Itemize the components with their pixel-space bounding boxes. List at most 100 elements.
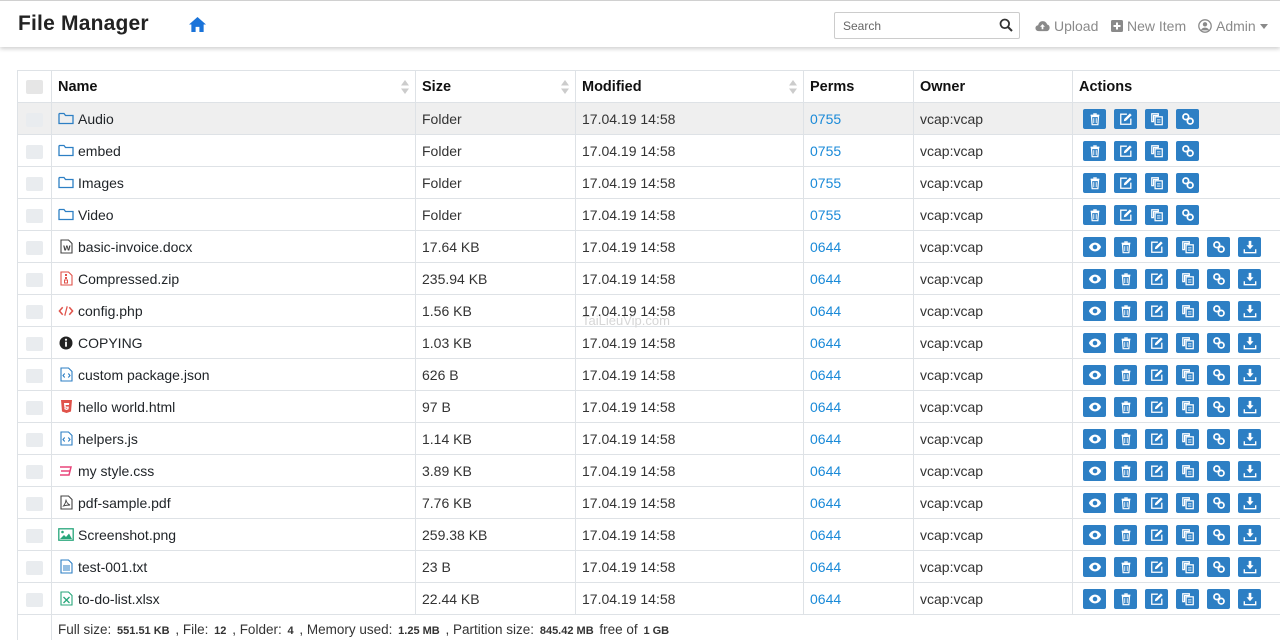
copy-button[interactable] (1145, 108, 1168, 129)
link-button[interactable] (1176, 204, 1199, 225)
row-checkbox[interactable] (26, 240, 43, 255)
row-checkbox[interactable] (26, 464, 43, 479)
perms-link[interactable]: 0755 (810, 143, 841, 159)
copy-button[interactable] (1145, 204, 1168, 225)
link-button[interactable] (1176, 140, 1199, 161)
download-button[interactable] (1238, 588, 1261, 609)
table-row[interactable]: Video Folder 17.04.19 14:58 0755 vcap:vcap (17, 198, 1280, 231)
link-button[interactable] (1207, 460, 1230, 481)
row-checkbox[interactable] (26, 560, 43, 575)
perms-link[interactable]: 0755 (810, 207, 841, 223)
perms-link[interactable]: 0644 (810, 527, 841, 543)
trash-button[interactable] (1114, 396, 1137, 417)
new-item-link[interactable]: New Item (1111, 18, 1186, 34)
table-row[interactable]: test-001.txt 23 B 17.04.19 14:58 0644 vcap:v… (17, 550, 1280, 583)
file-name-link[interactable]: helpers.js (78, 431, 138, 447)
trash-button[interactable] (1114, 332, 1137, 353)
trash-button[interactable] (1114, 460, 1137, 481)
edit-button[interactable] (1145, 268, 1168, 289)
column-header-size[interactable]: Size (415, 70, 576, 103)
copy-button[interactable] (1176, 300, 1199, 321)
trash-button[interactable] (1114, 556, 1137, 577)
copy-button[interactable] (1176, 396, 1199, 417)
download-button[interactable] (1238, 364, 1261, 385)
upload-link[interactable]: Upload (1035, 18, 1098, 34)
row-checkbox[interactable] (26, 208, 43, 223)
column-header-name[interactable]: Name (51, 70, 416, 103)
eye-button[interactable] (1083, 268, 1106, 289)
copy-button[interactable] (1145, 172, 1168, 193)
file-name-link[interactable]: Screenshot.png (78, 527, 176, 543)
edit-button[interactable] (1145, 364, 1168, 385)
copy-button[interactable] (1176, 236, 1199, 257)
edit-button[interactable] (1114, 140, 1137, 161)
edit-button[interactable] (1145, 300, 1168, 321)
trash-button[interactable] (1114, 428, 1137, 449)
column-header-perms[interactable]: Perms (803, 70, 914, 103)
table-row[interactable]: Audio Folder 17.04.19 14:58 0755 vcap:vcap (17, 102, 1280, 135)
sort-icon[interactable] (789, 80, 797, 94)
file-name-link[interactable]: hello world.html (78, 399, 175, 415)
select-all-checkbox[interactable] (26, 79, 43, 94)
copy-button[interactable] (1176, 428, 1199, 449)
file-name-link[interactable]: basic-invoice.docx (78, 239, 192, 255)
link-button[interactable] (1207, 364, 1230, 385)
edit-button[interactable] (1145, 332, 1168, 353)
perms-link[interactable]: 0644 (810, 495, 841, 511)
perms-link[interactable]: 0644 (810, 591, 841, 607)
copy-button[interactable] (1176, 332, 1199, 353)
row-checkbox[interactable] (26, 112, 43, 127)
perms-link[interactable]: 0644 (810, 271, 841, 287)
file-name-link[interactable]: config.php (78, 303, 143, 319)
trash-button[interactable] (1114, 364, 1137, 385)
eye-button[interactable] (1083, 556, 1106, 577)
table-row[interactable]: my style.css 3.89 KB 17.04.19 14:58 0644 vca… (17, 454, 1280, 487)
edit-button[interactable] (1114, 204, 1137, 225)
file-name-link[interactable]: Images (78, 175, 124, 191)
perms-link[interactable]: 0644 (810, 431, 841, 447)
perms-link[interactable]: 0644 (810, 559, 841, 575)
eye-button[interactable] (1083, 396, 1106, 417)
perms-link[interactable]: 0755 (810, 111, 841, 127)
edit-button[interactable] (1114, 108, 1137, 129)
download-button[interactable] (1238, 236, 1261, 257)
edit-button[interactable] (1145, 556, 1168, 577)
table-row[interactable]: to-do-list.xlsx 22.44 KB 17.04.19 14:58 064… (17, 582, 1280, 615)
sort-icon[interactable] (561, 80, 569, 94)
perms-link[interactable]: 0644 (810, 303, 841, 319)
edit-button[interactable] (1145, 396, 1168, 417)
row-checkbox[interactable] (26, 144, 43, 159)
link-button[interactable] (1207, 428, 1230, 449)
row-checkbox[interactable] (26, 400, 43, 415)
file-name-link[interactable]: custom package.json (78, 367, 210, 383)
download-button[interactable] (1238, 300, 1261, 321)
table-row[interactable]: hello world.html 97 B 17.04.19 14:58 0644 vc… (17, 390, 1280, 423)
link-button[interactable] (1176, 172, 1199, 193)
table-row[interactable]: pdf-sample.pdf 7.76 KB 17.04.19 14:58 0644 v… (17, 486, 1280, 519)
search-icon[interactable] (999, 18, 1013, 32)
copy-button[interactable] (1145, 140, 1168, 161)
file-name-link[interactable]: Compressed.zip (78, 271, 179, 287)
file-name-link[interactable]: embed (78, 143, 121, 159)
eye-button[interactable] (1083, 492, 1106, 513)
column-header-owner[interactable]: Owner (913, 70, 1073, 103)
copy-button[interactable] (1176, 492, 1199, 513)
trash-button[interactable] (1083, 172, 1106, 193)
link-button[interactable] (1207, 556, 1230, 577)
trash-button[interactable] (1114, 492, 1137, 513)
download-button[interactable] (1238, 268, 1261, 289)
row-checkbox[interactable] (26, 432, 43, 447)
edit-button[interactable] (1145, 524, 1168, 545)
trash-button[interactable] (1083, 108, 1106, 129)
download-button[interactable] (1238, 396, 1261, 417)
trash-button[interactable] (1114, 268, 1137, 289)
perms-link[interactable]: 0644 (810, 463, 841, 479)
link-button[interactable] (1207, 332, 1230, 353)
edit-button[interactable] (1145, 460, 1168, 481)
download-button[interactable] (1238, 524, 1261, 545)
table-row[interactable]: Wbasic-invoice.docx 17.64 KB 17.04.19 14:5… (17, 230, 1280, 263)
link-button[interactable] (1207, 524, 1230, 545)
eye-button[interactable] (1083, 524, 1106, 545)
perms-link[interactable]: 0644 (810, 399, 841, 415)
download-button[interactable] (1238, 332, 1261, 353)
